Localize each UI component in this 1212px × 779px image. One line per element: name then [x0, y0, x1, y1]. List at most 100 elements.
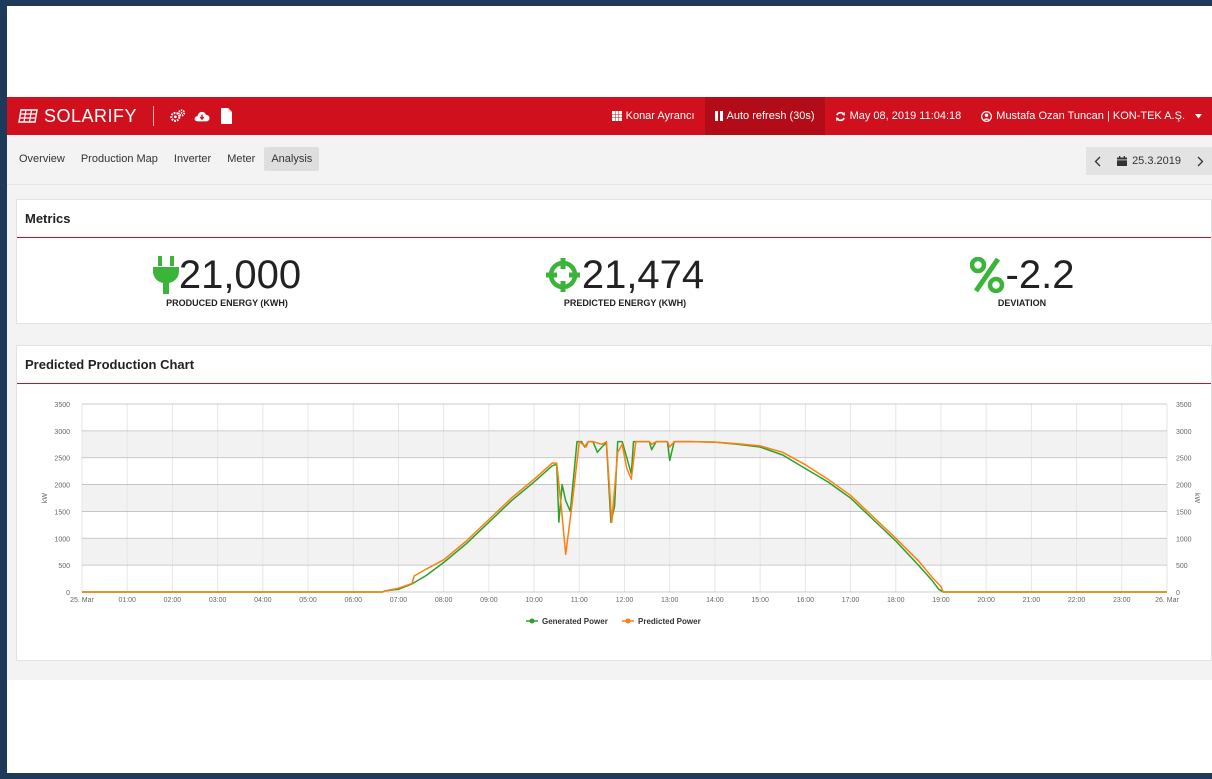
x-tick-label: 13:00 — [661, 597, 679, 604]
y-tick-label: 3500 — [54, 402, 70, 409]
production-chart[interactable]: 0 0 500 500 1000 1000 1500 1500 2000 2000 2500 2500… — [17, 385, 1212, 661]
chevron-right-icon[interactable] — [1197, 156, 1204, 167]
caret-down-icon — [1195, 113, 1202, 118]
plant-name: Konar Ayrancı — [625, 110, 695, 122]
y2-tick-label: 1500 — [1176, 509, 1192, 516]
y-tick-label: 1500 — [54, 509, 70, 516]
deviation-value: -2.2 — [1005, 253, 1075, 297]
y-tick-label: 1000 — [54, 536, 70, 543]
pause-icon — [714, 111, 723, 121]
tab-production-map[interactable]: Production Map — [74, 147, 165, 171]
x-tick-label: 23:00 — [1113, 597, 1131, 604]
brand-name: SOLARIFY — [44, 105, 138, 126]
app-frame: SOLARIFY Konar Ayrancı Auto refresh (30s… — [7, 6, 1212, 773]
plant-selector[interactable]: Konar Ayrancı — [602, 97, 705, 135]
crosshairs-icon — [545, 258, 580, 292]
x-tick-label: 10:00 — [525, 597, 543, 604]
grid-icon — [611, 111, 622, 121]
tab-overview[interactable]: Overview — [12, 147, 72, 171]
sub-navigation: Overview Production Map Inverter Meter A… — [7, 135, 1212, 185]
x-tick-label: 20:00 — [977, 597, 995, 604]
y-tick-label: 3000 — [54, 429, 70, 436]
x-tick-label: 05:00 — [299, 597, 317, 604]
legend-marker — [529, 618, 535, 624]
top-navbar: SOLARIFY Konar Ayrancı Auto refresh (30s… — [7, 97, 1212, 135]
y2-tick-label: 500 — [1176, 563, 1188, 570]
chevron-left-icon[interactable] — [1094, 156, 1101, 167]
legend-label: Predicted Power — [638, 617, 701, 626]
x-tick-label: 03:00 — [209, 597, 227, 604]
x-tick-label: 08:00 — [435, 597, 453, 604]
y-tick-label: 2500 — [54, 456, 70, 463]
deviation-metric: -2.2 DEVIATION — [967, 254, 1077, 308]
refresh-timestamp[interactable]: May 08, 2019 11:04:18 — [825, 97, 972, 135]
calendar-icon — [1117, 156, 1128, 166]
x-tick-label: 01:00 — [118, 597, 136, 604]
selected-date: 25.3.2019 — [1132, 155, 1181, 167]
tab-meter[interactable]: Meter — [220, 147, 262, 171]
brand-divider — [153, 106, 155, 126]
chart-panel: Predicted Production Chart 0 0 500 500 1000 1… — [16, 345, 1212, 661]
produced-energy-value: 21,000 — [178, 253, 302, 297]
y-tick-label: 500 — [58, 563, 70, 570]
file-icon[interactable] — [218, 108, 234, 124]
tool-icons — [170, 108, 234, 124]
chart-panel-title: Predicted Production Chart — [17, 346, 1211, 384]
tab-inverter[interactable]: Inverter — [167, 147, 218, 171]
predicted-energy-label: PREDICTED ENERGY (KWH) — [563, 298, 687, 308]
plug-icon — [152, 256, 179, 294]
y2-axis-title: kW — [1193, 493, 1200, 504]
x-tick-label: 18:00 — [887, 597, 905, 604]
x-tick-label: 15:00 — [751, 597, 769, 604]
timestamp-label: May 08, 2019 11:04:18 — [849, 110, 962, 122]
produced-energy-label: PRODUCED ENERGY (KWH) — [166, 298, 288, 308]
metrics-panel: Metrics 21,000 PRODUCED ENERGY (KWH) 21,… — [16, 199, 1212, 324]
x-tick-label: 26. Mar — [1155, 597, 1179, 604]
tab-analysis[interactable]: Analysis — [264, 147, 320, 171]
date-picker[interactable]: 25.3.2019 — [1117, 155, 1181, 167]
user-circle-icon — [981, 110, 993, 122]
cloud-download-icon[interactable] — [194, 108, 210, 124]
x-tick-label: 25. Mar — [70, 597, 94, 604]
y-axis-title: kW — [42, 493, 49, 504]
y2-tick-label: 3000 — [1176, 429, 1192, 436]
x-tick-label: 16:00 — [797, 597, 815, 604]
x-tick-label: 07:00 — [390, 597, 408, 604]
percent-icon — [969, 257, 1004, 293]
predicted-energy-value: 21,474 — [581, 253, 705, 297]
predicted-energy-metric: 21,474 PREDICTED ENERGY (KWH) — [540, 254, 710, 308]
auto-refresh-label: Auto refresh (30s) — [726, 110, 815, 122]
cogs-icon[interactable] — [170, 108, 186, 124]
x-tick-label: 06:00 — [344, 597, 362, 604]
brand[interactable]: SOLARIFY — [18, 97, 137, 135]
auto-refresh-toggle[interactable]: Auto refresh (30s) — [704, 97, 825, 135]
y2-tick-label: 3500 — [1176, 402, 1192, 409]
solar-panel-logo-icon — [18, 109, 38, 123]
y-tick-label: 0 — [66, 590, 70, 597]
x-tick-label: 09:00 — [480, 597, 498, 604]
legend-label: Generated Power — [542, 617, 608, 626]
x-tick-label: 17:00 — [842, 597, 860, 604]
x-tick-label: 12:00 — [616, 597, 634, 604]
user-name: Mustafa Ozan Tuncan | KON-TEK A.Ş. — [996, 110, 1185, 122]
date-navigator: 25.3.2019 — [1086, 147, 1212, 175]
metrics-title: Metrics — [17, 200, 1211, 238]
x-tick-label: 19:00 — [932, 597, 950, 604]
x-tick-label: 21:00 — [1023, 597, 1041, 604]
deviation-label: DEVIATION — [997, 298, 1047, 308]
y2-tick-label: 0 — [1176, 590, 1180, 597]
x-tick-label: 04:00 — [254, 597, 272, 604]
navbar-right: Konar Ayrancı Auto refresh (30s) May 08,… — [602, 97, 1212, 135]
produced-energy-metric: 21,000 PRODUCED ENERGY (KWH) — [147, 254, 307, 308]
y-tick-label: 2000 — [54, 483, 70, 490]
y2-tick-label: 1000 — [1176, 536, 1192, 543]
legend-marker — [625, 618, 631, 624]
x-tick-label: 02:00 — [164, 597, 182, 604]
page-tabs: Overview Production Map Inverter Meter A… — [12, 147, 320, 171]
x-tick-label: 11:00 — [571, 597, 588, 604]
user-menu[interactable]: Mustafa Ozan Tuncan | KON-TEK A.Ş. — [971, 97, 1212, 135]
y2-tick-label: 2500 — [1176, 456, 1192, 463]
refresh-icon — [835, 111, 845, 121]
y2-tick-label: 2000 — [1176, 483, 1192, 490]
x-tick-label: 14:00 — [706, 597, 724, 604]
